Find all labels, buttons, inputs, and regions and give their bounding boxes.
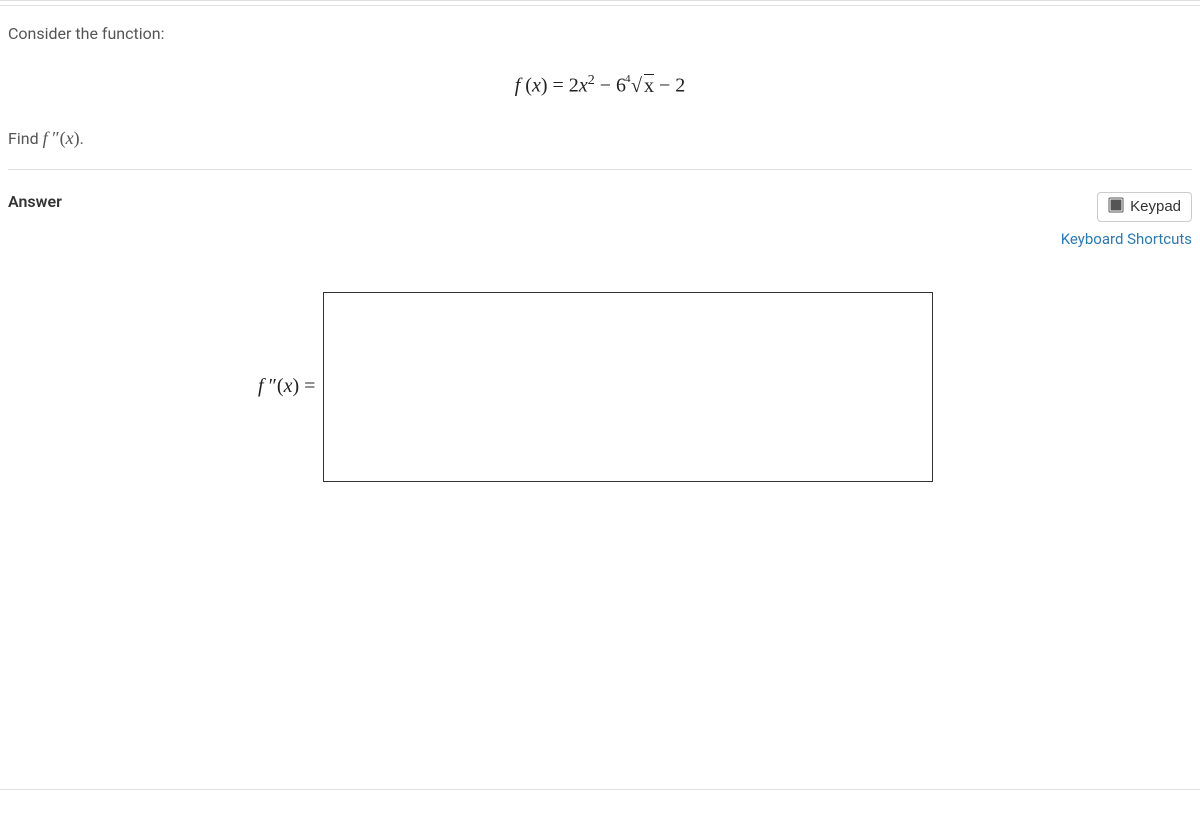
- keypad-icon: [1108, 197, 1124, 217]
- function-equation: f (x) = 2x2 − 6 4√x − 2: [8, 73, 1192, 98]
- keypad-button[interactable]: Keypad: [1097, 192, 1192, 222]
- answer-tools: Keypad Keyboard Shortcuts: [1061, 192, 1192, 248]
- find-suffix: .: [80, 129, 84, 148]
- question-block: Consider the function: f (x) = 2x2 − 6 4…: [8, 8, 1192, 170]
- keypad-button-label: Keypad: [1130, 198, 1181, 215]
- answer-area: Answer: [8, 170, 1192, 482]
- answer-header: Answer: [8, 192, 1192, 248]
- keyboard-shortcuts-link[interactable]: Keyboard Shortcuts: [1061, 230, 1192, 248]
- find-math: f ″(x): [43, 128, 80, 148]
- answer-input[interactable]: [323, 292, 933, 482]
- question-intro-text: Consider the function:: [8, 24, 1192, 43]
- bottom-divider: [0, 789, 1200, 790]
- top-divider: [0, 0, 1200, 6]
- question-area: Consider the function: f (x) = 2x2 − 6 4…: [0, 0, 1200, 482]
- answer-input-label: f ″(x) =: [258, 375, 323, 398]
- answer-section-label: Answer: [8, 192, 62, 211]
- find-prefix: Find: [8, 129, 43, 148]
- answer-input-row: f ″(x) =: [8, 292, 1192, 482]
- find-instruction: Find f ″(x).: [8, 128, 1192, 149]
